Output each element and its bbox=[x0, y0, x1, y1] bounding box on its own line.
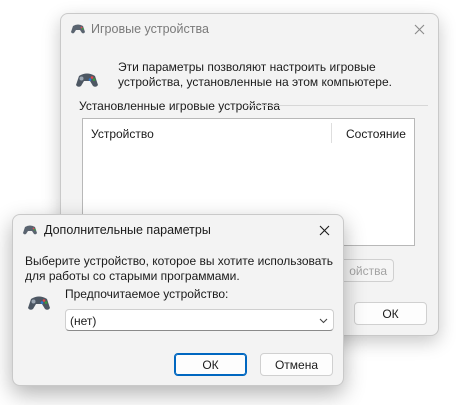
column-header-status[interactable]: Состояние bbox=[346, 127, 406, 141]
gamepad-icon bbox=[23, 225, 37, 235]
description-text: Эти параметры позволяют настроить игровы… bbox=[118, 60, 392, 89]
select-value: (нет) bbox=[70, 314, 97, 328]
chevron-down-icon bbox=[319, 318, 328, 324]
cancel-button[interactable]: Отмена bbox=[260, 353, 333, 376]
description-text: Выберите устройство, которое вы хотите и… bbox=[25, 254, 333, 283]
advanced-settings-dialog: Дополнительные параметры Выберите устрой… bbox=[12, 214, 344, 386]
gamepad-icon bbox=[76, 73, 98, 87]
column-separator[interactable] bbox=[331, 123, 332, 143]
preferred-device-select[interactable]: (нет) bbox=[65, 309, 334, 331]
gamepad-icon bbox=[71, 24, 85, 34]
ok-button[interactable]: ОК bbox=[174, 353, 247, 376]
gamepad-icon bbox=[28, 296, 50, 310]
dialog-title: Дополнительные параметры bbox=[44, 223, 211, 237]
group-label: Установленные игровые устройства bbox=[79, 99, 281, 113]
close-icon bbox=[319, 225, 329, 235]
close-icon bbox=[414, 24, 424, 34]
window-title: Игровые устройства bbox=[91, 22, 209, 36]
group-divider bbox=[246, 105, 428, 106]
close-button[interactable] bbox=[400, 14, 438, 44]
ok-button[interactable]: ОК bbox=[354, 302, 427, 325]
close-button[interactable] bbox=[305, 215, 343, 245]
preferred-device-label: Предпочитаемое устройство: bbox=[65, 287, 229, 301]
column-header-device[interactable]: Устройство bbox=[91, 127, 154, 141]
titlebar: Дополнительные параметры bbox=[13, 215, 343, 245]
titlebar: Игровые устройства bbox=[61, 14, 438, 44]
